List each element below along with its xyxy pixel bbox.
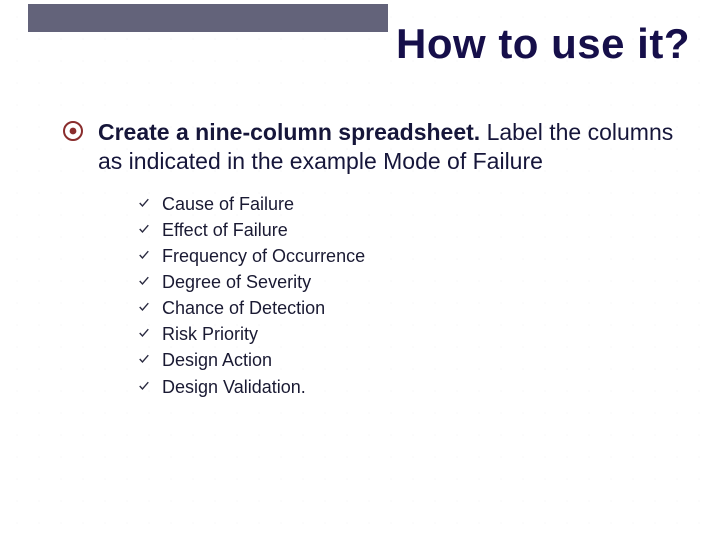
check-icon xyxy=(138,301,152,315)
check-icon xyxy=(138,327,152,341)
bullet-level1: Create a nine-column spreadsheet. Label … xyxy=(62,118,680,177)
bullet-lead-text: Create a nine-column spreadsheet. xyxy=(98,119,480,145)
list-item-label: Degree of Severity xyxy=(162,272,311,292)
list-item: Effect of Failure xyxy=(138,217,680,243)
slide-title: How to use it? xyxy=(396,20,690,68)
check-icon xyxy=(138,223,152,237)
list-item-label: Cause of Failure xyxy=(162,194,294,214)
list-item: Cause of Failure xyxy=(138,191,680,217)
list-item-label: Effect of Failure xyxy=(162,220,288,240)
check-icon xyxy=(138,197,152,211)
slide-body: Create a nine-column spreadsheet. Label … xyxy=(62,118,680,400)
list-item: Risk Priority xyxy=(138,321,680,347)
list-item: Design Validation. xyxy=(138,374,680,400)
list-item-label: Design Action xyxy=(162,350,272,370)
top-accent-bar xyxy=(28,4,388,32)
target-bullet-icon xyxy=(62,120,84,142)
check-icon xyxy=(138,380,152,394)
list-item: Degree of Severity xyxy=(138,269,680,295)
slide: How to use it? Create a nine-column spre… xyxy=(0,0,720,540)
list-item-label: Design Validation. xyxy=(162,377,306,397)
check-icon xyxy=(138,275,152,289)
sub-bullet-list: Cause of Failure Effect of Failure Frequ… xyxy=(138,191,680,400)
list-item: Chance of Detection xyxy=(138,295,680,321)
list-item-label: Chance of Detection xyxy=(162,298,325,318)
list-item: Frequency of Occurrence xyxy=(138,243,680,269)
check-icon xyxy=(138,353,152,367)
list-item: Design Action xyxy=(138,347,680,373)
list-item-label: Frequency of Occurrence xyxy=(162,246,365,266)
list-item-label: Risk Priority xyxy=(162,324,258,344)
check-icon xyxy=(138,249,152,263)
